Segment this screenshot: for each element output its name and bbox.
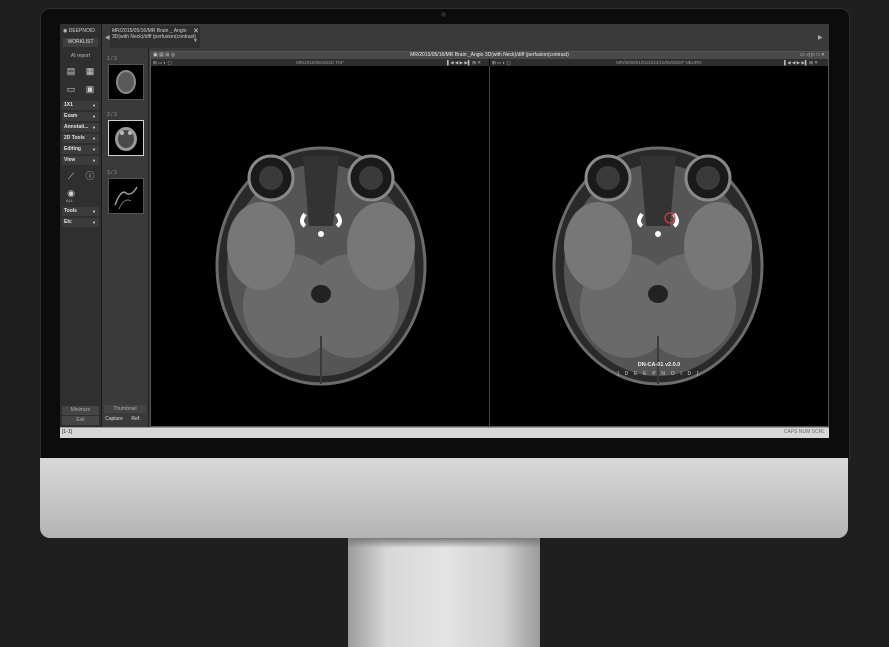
chevron-down-icon: ▼ — [92, 103, 96, 108]
menu-annotation-label: Annotati... — [64, 124, 89, 130]
thumbnail-label: 3 / 3 — [107, 170, 117, 176]
chevron-down-icon: ▼ — [92, 220, 96, 225]
layout-grid-icon[interactable]: ▦ — [84, 66, 96, 77]
left-panel-tools-icon[interactable]: ⊞ ▭ ◐ ▢ — [153, 59, 172, 66]
status-left: [1-1] — [62, 429, 73, 435]
worklist-button[interactable]: WORKLIST — [63, 38, 98, 47]
viewer-toolbar-icons[interactable]: ▣ ▤ ⊞ ◎ — [153, 52, 175, 59]
image-viewer: MR/2015/05/16/MR Brain _Angio 3D(with Ne… — [150, 51, 829, 427]
all-label: ALL — [66, 198, 74, 203]
compare-icon[interactable]: ▣ — [84, 84, 96, 95]
menu-2d-tools[interactable]: 2D Tools ▼ — [62, 134, 99, 143]
camera-icon — [441, 12, 446, 17]
stand-shadow — [348, 538, 540, 548]
tab-dropdown-icon[interactable]: ▼ — [193, 38, 198, 44]
app-screen: ◉ DEEPNOID WORKLIST AI report ▤ ▦ ▭ ▣ 1X… — [60, 24, 829, 438]
chevron-down-icon: ▼ — [92, 147, 96, 152]
monitor-chin — [40, 458, 848, 538]
right-panel-tools-icon[interactable]: ⊞ ▭ ◐ ▢ — [492, 59, 511, 66]
status-indicators: CAPS NUM SCRL — [783, 429, 825, 435]
left-series-bar: MR/2015/05/16/3D TOF — [151, 59, 489, 66]
viewer-title: MR/2015/05/16/MR Brain _Angio 3D(with Ne… — [151, 52, 828, 59]
thumbnail-footer: Thumbnail — [104, 405, 146, 413]
menu-tools[interactable]: Tools ▼ — [62, 207, 99, 216]
study-tab-label: MR/2015/05/16/MR Brain _ Angio 3D(with N… — [112, 28, 197, 40]
right-image-panel[interactable]: DN-CA-01 v2.0.0 [ D E E P N O I D ] — [490, 66, 828, 426]
left-image-panel[interactable] — [151, 66, 489, 426]
right-series-bar: MR/0000/01/01/2024/10/06/DEEP NEURO — [490, 59, 828, 66]
thumbnail-label: 1 / 3 — [107, 56, 117, 62]
menu-exam[interactable]: Exam ▼ — [62, 112, 99, 121]
thumbnail-image — [114, 186, 138, 210]
menu-etc[interactable]: Etc ▼ — [62, 218, 99, 227]
menu-exam-label: Exam — [64, 113, 78, 119]
thumbnail-label: 2 / 3 — [107, 112, 117, 118]
menu-etc-label: Etc — [64, 219, 72, 225]
thumbnail-item-selected[interactable] — [108, 120, 144, 156]
app-logo: ◉ DEEPNOID — [63, 28, 95, 34]
right-panel-nav-icon[interactable]: ▌◀ ◀ ▶ ▶▌ ⊞ ✕ — [784, 59, 818, 66]
ai-report-button[interactable]: AI report — [63, 53, 98, 59]
menu-editing[interactable]: Editing ▼ — [62, 145, 99, 154]
study-tab[interactable]: MR/2015/05/16/MR Brain _ Angio 3D(with N… — [110, 26, 200, 48]
logo-text: DEEPNOID — [68, 28, 95, 34]
monitor-stand — [348, 538, 540, 647]
right-series-label: MR/0000/01/01/2024/10/06/DEEP NEURO — [616, 60, 702, 65]
report-icon[interactable]: ▤ — [65, 66, 77, 77]
ruler-icon[interactable]: ⟋ — [65, 171, 77, 182]
menu-editing-label: Editing — [64, 146, 81, 152]
menu-tools-label: Tools — [64, 208, 77, 214]
left-sidebar: ◉ DEEPNOID WORKLIST AI report ▤ ▦ ▭ ▣ 1X… — [60, 24, 102, 438]
tab-right-arrow-icon[interactable]: ▶ — [818, 34, 823, 41]
chevron-down-icon: ▼ — [92, 125, 96, 130]
thumbnail-image — [115, 127, 137, 151]
tab-left-arrow-icon[interactable]: ◀ — [105, 34, 110, 41]
left-panel-nav-icon[interactable]: ▌◀ ◀ ▶ ▶▌ ⊞ ✕ — [447, 59, 481, 66]
exit-button[interactable]: Exit — [62, 416, 99, 425]
brand-watermark: [ D E E P N O I D ] — [617, 371, 701, 377]
window-controls-icon[interactable]: ▭ ◁ ▷ □ ✕ — [800, 52, 825, 59]
status-bar: [1-1] CAPS NUM SCRL — [60, 427, 829, 438]
close-icon[interactable]: ✕ — [193, 27, 199, 35]
chevron-down-icon: ▼ — [92, 209, 96, 214]
thumbnail-panel: 1 / 3 2 / 3 3 / 3 Thumbnail Capture Ref. — [102, 24, 149, 438]
menu-view-label: View — [64, 157, 76, 163]
chevron-down-icon: ▼ — [92, 158, 96, 163]
left-series-label: MR/2015/05/16/3D TOF — [296, 60, 344, 65]
chevron-down-icon: ▼ — [92, 114, 96, 119]
minimize-button[interactable]: Minimize — [62, 406, 99, 415]
thumbnail-item[interactable] — [108, 64, 144, 100]
series-icon[interactable]: ▭ — [65, 84, 77, 95]
chevron-down-icon: ▼ — [92, 136, 96, 141]
menu-2d-tools-label: 2D Tools — [64, 135, 85, 141]
model-version-label: DN-CA-01 v2.0.0 — [637, 362, 681, 368]
brain-mri-image — [215, 146, 427, 386]
thumbnail-image — [116, 70, 136, 94]
layout-label: 1X1 — [64, 102, 73, 108]
thumbnail-item[interactable] — [108, 178, 144, 214]
menu-view[interactable]: View ▼ — [62, 156, 99, 165]
info-icon[interactable]: ⓘ — [84, 171, 96, 182]
layout-select[interactable]: 1X1 ▼ — [62, 101, 99, 110]
capture-button[interactable]: Capture — [103, 415, 125, 423]
ref-button[interactable]: Ref. — [126, 415, 146, 423]
menu-annotation[interactable]: Annotati... ▼ — [62, 123, 99, 132]
